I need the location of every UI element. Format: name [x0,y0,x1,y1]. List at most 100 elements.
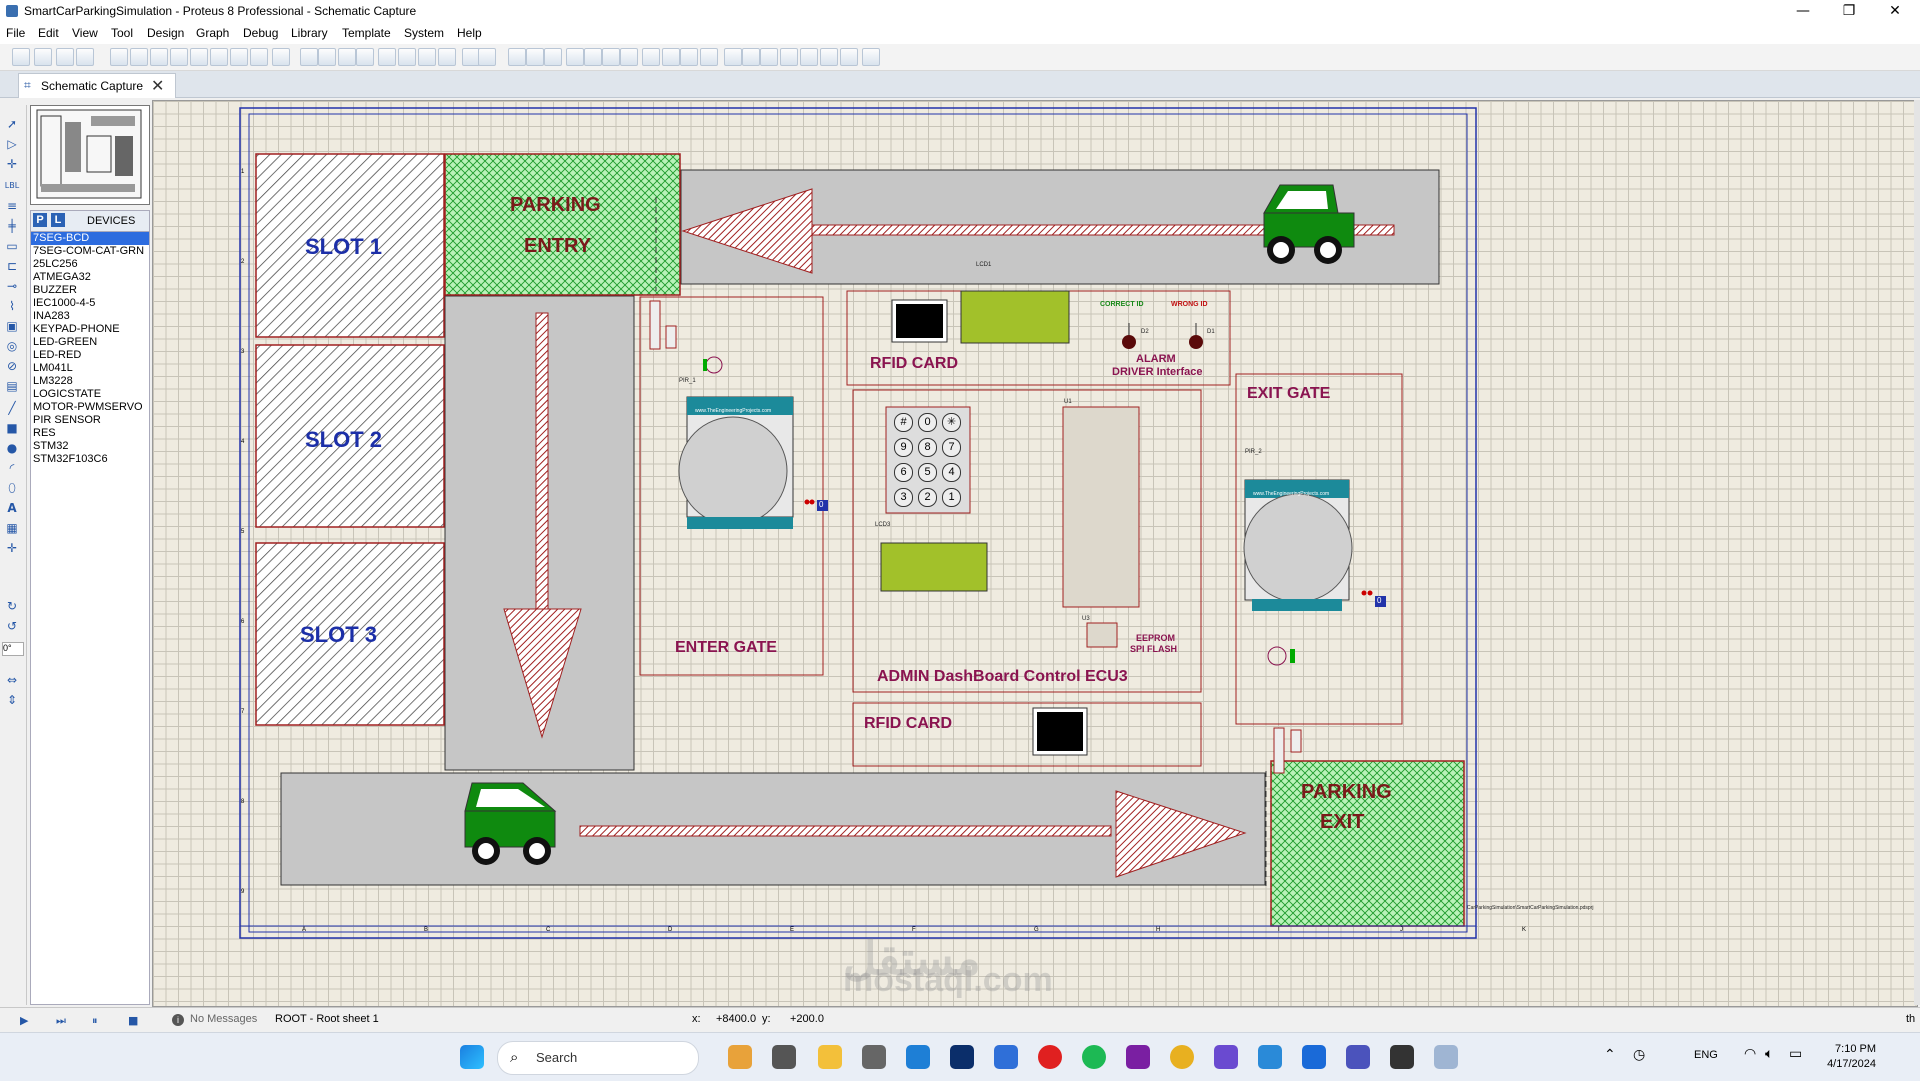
save-icon[interactable] [56,48,74,66]
overview-preview[interactable] [30,105,150,205]
marker-icon[interactable]: ✛ [4,541,20,555]
menu-debug[interactable]: Debug [243,26,278,40]
component-mode-icon[interactable]: ▷ [4,137,20,151]
block-delete-icon[interactable] [620,48,638,66]
device-list-item[interactable]: ATMEGA32 [31,271,149,284]
save-all-icon[interactable] [76,48,94,66]
probe-icon[interactable]: ⊘ [4,359,20,373]
text-icon[interactable]: A [4,501,20,515]
device-list-item[interactable]: LOGICSTATE [31,388,149,401]
script-icon[interactable] [250,48,268,66]
block-rotate-icon[interactable] [602,48,620,66]
rotation-field[interactable]: 0° [2,642,24,656]
device-list-item[interactable]: LED-GREEN [31,336,149,349]
property-icon[interactable] [760,48,778,66]
mirror-y-icon[interactable]: ⇕ [4,693,20,707]
zoom-icon[interactable] [994,1045,1018,1069]
onenote-icon[interactable] [1126,1045,1150,1069]
keypad-key[interactable]: 2 [918,488,937,507]
report-icon[interactable] [840,48,858,66]
terminals-icon[interactable]: ⊏ [4,259,20,273]
symbol-icon[interactable]: ▦ [4,521,20,535]
device-list-item[interactable]: KEYPAD-PHONE [31,323,149,336]
chrome-icon[interactable] [1170,1045,1194,1069]
wire-label-icon[interactable]: LBL [4,179,20,193]
device-list-item[interactable]: 25LC256 [31,258,149,271]
bill-icon[interactable] [800,48,818,66]
bus-icon[interactable]: ╪ [4,219,20,233]
menu-system[interactable]: System [404,26,444,40]
menu-view[interactable]: View [72,26,98,40]
generator-icon[interactable]: ◎ [4,339,20,353]
youtube-icon[interactable] [1038,1045,1062,1069]
selection-mode-icon[interactable]: ➚ [4,117,20,131]
block-copy-icon[interactable] [566,48,584,66]
volume-icon[interactable]: 🔈︎ [1765,1045,1773,1062]
pick-devices-button[interactable]: P [33,213,47,227]
graph-icon[interactable]: ⌇ [4,299,20,313]
library-manager-button[interactable]: L [51,213,65,227]
run-icon[interactable] [150,48,168,66]
step-simulation-icon[interactable]: ⏭ [56,1013,72,1029]
dash-icon[interactable] [272,48,290,66]
tab-close-icon[interactable]: ✕ [151,76,164,96]
copy-icon[interactable] [526,48,544,66]
menu-file[interactable]: File [6,26,25,40]
new-icon[interactable] [12,48,30,66]
pin-icon[interactable]: ⊸ [4,279,20,293]
taskbar-clock[interactable]: 7:10 PM 4/17/2024 [1827,1042,1876,1072]
keypad-key[interactable]: 4 [942,463,961,482]
home-icon[interactable] [110,48,128,66]
store-icon[interactable] [862,1045,886,1069]
device-list-item[interactable]: LM041L [31,362,149,375]
menu-design[interactable]: Design [147,26,184,40]
keypad-key[interactable]: ✳ [942,413,961,432]
zoom-out-icon[interactable] [418,48,436,66]
paste-icon[interactable] [544,48,562,66]
zoom-icon[interactable] [230,48,248,66]
menu-tool[interactable]: Tool [111,26,133,40]
open-icon[interactable] [34,48,52,66]
obsidian-icon[interactable] [1214,1045,1238,1069]
file-explorer-icon[interactable] [818,1045,842,1069]
proteus-taskbar-icon[interactable] [1434,1045,1458,1069]
menu-graph[interactable]: Graph [196,26,229,40]
device-list-item[interactable]: BUZZER [31,284,149,297]
start-icon[interactable] [460,1045,484,1069]
logic-state-1[interactable]: 0 [819,500,823,509]
terminal-icon[interactable] [1390,1045,1414,1069]
junction-icon[interactable]: ✛ [4,157,20,171]
search-icon[interactable] [742,48,760,66]
menu-help[interactable]: Help [457,26,482,40]
device-list-item[interactable]: 7SEG-BCD [31,232,149,245]
device-list[interactable]: 7SEG-BCD 7SEG-COM-CAT-GRN 25LC256 ATMEGA32 B… [30,231,150,1005]
zoom-in-icon[interactable] [398,48,416,66]
line-icon[interactable]: ╱ [4,401,20,415]
path-icon[interactable]: ⬯ [4,481,20,495]
subcircuit-icon[interactable]: ▭ [4,239,20,253]
forward-icon[interactable] [210,48,228,66]
keypad-key[interactable]: 5 [918,463,937,482]
keypad-key[interactable]: # [894,413,913,432]
ide-icon[interactable] [1258,1045,1282,1069]
pack-icon[interactable] [680,48,698,66]
circle-icon[interactable]: ● [4,441,20,455]
clock-tray-icon[interactable]: ◷ [1633,1046,1645,1063]
keypad-key[interactable]: 6 [894,463,913,482]
menu-edit[interactable]: Edit [38,26,59,40]
device-list-item[interactable]: PIR SENSOR [31,414,149,427]
block-move-icon[interactable] [584,48,602,66]
keypad-key[interactable]: 1 [942,488,961,507]
close-button[interactable]: ✕ [1872,0,1918,24]
messages-status[interactable]: No Messages [190,1013,257,1025]
app-l-icon[interactable] [950,1045,974,1069]
battery-icon[interactable]: ▭ [1789,1045,1802,1062]
netlist-icon[interactable] [780,48,798,66]
pause-simulation-icon[interactable]: ⏸ [92,1013,108,1029]
erc-icon[interactable] [820,48,838,66]
minimize-button[interactable]: — [1780,0,1826,24]
device-list-item[interactable]: IEC1000-4-5 [31,297,149,310]
box-icon[interactable]: ■ [4,421,20,435]
vertical-scrollbar[interactable] [1914,100,1920,1005]
wifi-icon[interactable]: ◠ [1744,1045,1756,1062]
